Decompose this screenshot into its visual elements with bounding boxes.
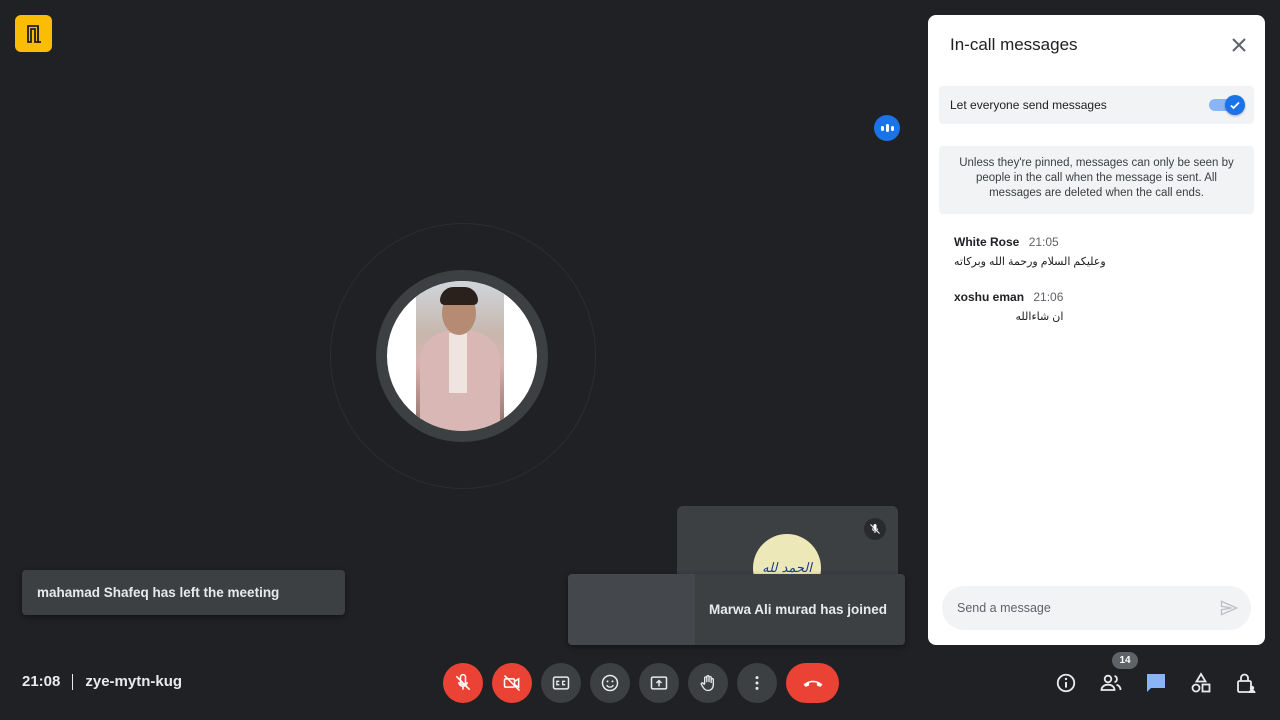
present-icon xyxy=(650,676,668,690)
allow-messages-toggle[interactable] xyxy=(1209,95,1245,115)
people-button[interactable] xyxy=(1088,662,1133,704)
host-controls-button[interactable] xyxy=(1223,662,1268,704)
video-stage: الحمد لله xyxy=(0,0,920,650)
close-panel-button[interactable] xyxy=(1227,33,1251,57)
leave-call-button[interactable] xyxy=(786,663,839,703)
message-sender: xoshu eman xyxy=(954,290,1025,304)
hang-up-icon xyxy=(803,680,822,687)
send-message-button[interactable] xyxy=(1207,586,1251,630)
main-participant[interactable] xyxy=(376,270,548,442)
more-options-button[interactable] xyxy=(737,663,777,703)
mic-off-icon xyxy=(864,518,886,540)
divider xyxy=(72,673,74,690)
raise-hand-button[interactable] xyxy=(688,663,728,703)
message-sender: White Rose xyxy=(954,235,1020,249)
call-controls xyxy=(443,663,839,703)
message-item: White Rose 21:05 وعليكم السلام ورحمة الل… xyxy=(954,235,1106,268)
send-icon xyxy=(1220,600,1239,616)
chat-icon xyxy=(1146,674,1165,692)
meeting-details-button[interactable] xyxy=(1043,662,1088,704)
hand-icon xyxy=(700,675,714,692)
in-call-messages-panel: In-call messages Let everyone send messa… xyxy=(928,15,1265,645)
message-text: ان شاءالله xyxy=(1015,311,1064,323)
message-item: xoshu eman 21:06 ان شاءالله xyxy=(954,290,1063,323)
people-icon xyxy=(1100,674,1121,691)
more-vert-icon xyxy=(755,676,759,690)
captions-icon xyxy=(552,676,570,690)
clock: 21:08 xyxy=(22,673,61,690)
info-icon xyxy=(1056,673,1075,693)
panel-title: In-call messages xyxy=(950,35,1078,54)
meeting-details: 21:08 zye-mytn-kug xyxy=(22,673,182,690)
camera-button[interactable] xyxy=(492,663,532,703)
shapes-icon xyxy=(1191,672,1210,693)
microphone-button[interactable] xyxy=(443,663,483,703)
joined-toast-text: Marwa Ali murad has joined xyxy=(709,602,888,617)
camera-off-icon xyxy=(503,674,521,692)
participant-avatar xyxy=(387,281,537,431)
joined-toast: Marwa Ali murad has joined xyxy=(568,574,905,645)
check-icon xyxy=(1230,101,1240,110)
toggle-label: Let everyone send messages xyxy=(950,98,1107,112)
message-text: وعليكم السلام ورحمة الله وبركاته xyxy=(954,256,1106,268)
joined-thumbnail xyxy=(568,574,695,645)
lock-person-icon xyxy=(1236,673,1255,693)
message-time: 21:05 xyxy=(1028,235,1059,249)
message-input[interactable] xyxy=(957,601,1207,615)
captions-button[interactable] xyxy=(541,663,581,703)
chat-button[interactable] xyxy=(1133,662,1178,704)
left-meeting-toast: mahamad Shafeq has left the meeting xyxy=(22,570,345,615)
side-controls xyxy=(1043,662,1268,704)
messages-info: Unless they're pinned, messages can only… xyxy=(939,146,1254,214)
meeting-code: zye-mytn-kug xyxy=(85,673,183,690)
close-icon xyxy=(1232,38,1246,52)
allow-messages-row: Let everyone send messages xyxy=(939,86,1254,124)
activities-button[interactable] xyxy=(1178,662,1223,704)
reactions-button[interactable] xyxy=(590,663,630,703)
mic-off-icon xyxy=(455,673,471,691)
emoji-icon xyxy=(601,674,619,692)
present-screen-button[interactable] xyxy=(639,663,679,703)
speaking-indicator-icon xyxy=(874,115,900,141)
message-composer xyxy=(942,586,1251,630)
message-time: 21:06 xyxy=(1033,290,1064,304)
